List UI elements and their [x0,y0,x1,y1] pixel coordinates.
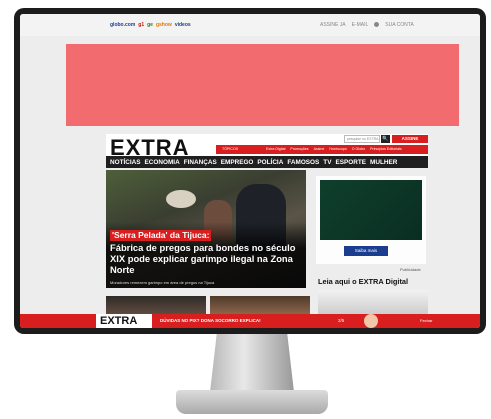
account-link[interactable]: SUA CONTA [385,22,414,28]
footer-banner-text[interactable]: DÚVIDAS NO PIX? DONA SOCORRO EXPLICA! [160,318,261,323]
main-story[interactable]: 'Serra Pelada' da Tijuca: Fábrica de pre… [106,170,306,288]
footer-banner[interactable]: EXTRA DÚVIDAS NO PIX? DONA SOCORRO EXPLI… [20,314,480,328]
extra-digital-title[interactable]: Leia aqui o EXTRA Digital [318,277,408,286]
header-red-strip: TÓPICOS Extra Digital Promoções Assine H… [216,145,428,154]
videos-link[interactable]: videos [175,22,191,28]
footer-counter: 2/5 [338,318,345,323]
top-ad-banner[interactable] [66,44,459,126]
nav-item[interactable]: TV [323,159,331,166]
header-link[interactable]: Extra Digital [266,147,285,151]
browser-screen: globo.com g1 ge gshow videos ASSINE JA E… [20,14,480,328]
footer-close-link[interactable]: Fechar [420,318,432,323]
user-icon[interactable] [374,22,380,27]
nav-item[interactable]: POLÍCIA [257,159,283,166]
nav-item[interactable]: ESPORTE [335,159,366,166]
search-input[interactable]: pesquise no EXTRA [344,135,380,143]
story-caption: Moradores remexem garimpo em área de pre… [110,280,215,285]
avatar [364,314,378,328]
story-headline[interactable]: Fábrica de pregos para bondes no século … [110,242,304,275]
site-header: EXTRA TÓPICOS Extra Digital Promoções As… [106,134,428,160]
monitor: globo.com g1 ge gshow videos ASSINE JA E… [14,8,486,334]
monitor-stand-neck [210,334,294,392]
main-nav: NOTÍCIAS ECONOMIA FINANÇAS EMPREGO POLÍC… [106,156,428,168]
globo-link[interactable]: globo.com [110,22,135,28]
topics-label[interactable]: TÓPICOS [222,147,238,151]
nav-item[interactable]: MULHER [370,159,397,166]
monitor-stand-base [176,390,328,414]
subscribe-button[interactable]: ASSINE [392,135,428,143]
story-photo-bag [166,190,196,208]
nav-item[interactable]: ECONOMIA [145,159,180,166]
header-link[interactable]: Promoções [290,147,308,151]
gshow-link[interactable]: gshow [156,22,172,28]
footer-logo: EXTRA [100,315,138,327]
email-link[interactable]: E-MAIL [352,22,369,28]
search-icon[interactable]: 🔍 [381,135,390,143]
publicidade-label: Publicidade [400,267,421,272]
g1-link[interactable]: g1 [138,22,144,28]
globo-topbar: globo.com g1 ge gshow videos ASSINE JA E… [20,14,480,36]
ad-cta-button[interactable]: Saiba mais [344,246,388,256]
nav-item[interactable]: FAMOSOS [287,159,319,166]
side-ad[interactable]: Saiba mais [316,176,426,264]
header-link[interactable]: Horóscopo [329,147,346,151]
nav-item[interactable]: EMPREGO [221,159,254,166]
side-ad-image [320,180,422,240]
globo-links: globo.com g1 ge gshow videos [110,22,191,28]
header-link[interactable]: Assine [314,147,325,151]
story-kicker[interactable]: 'Serra Pelada' da Tijuca: [110,230,212,241]
globo-account-area: ASSINE JA E-MAIL SUA CONTA [320,22,414,28]
header-link[interactable]: O Globo [352,147,365,151]
nav-item[interactable]: NOTÍCIAS [110,159,141,166]
assine-ja-link[interactable]: ASSINE JA [320,22,346,28]
header-link[interactable]: Princípios Editoriais [370,147,402,151]
ge-link[interactable]: ge [147,22,153,28]
nav-item[interactable]: FINANÇAS [184,159,217,166]
header-links: Extra Digital Promoções Assine Horóscopo… [266,147,402,151]
